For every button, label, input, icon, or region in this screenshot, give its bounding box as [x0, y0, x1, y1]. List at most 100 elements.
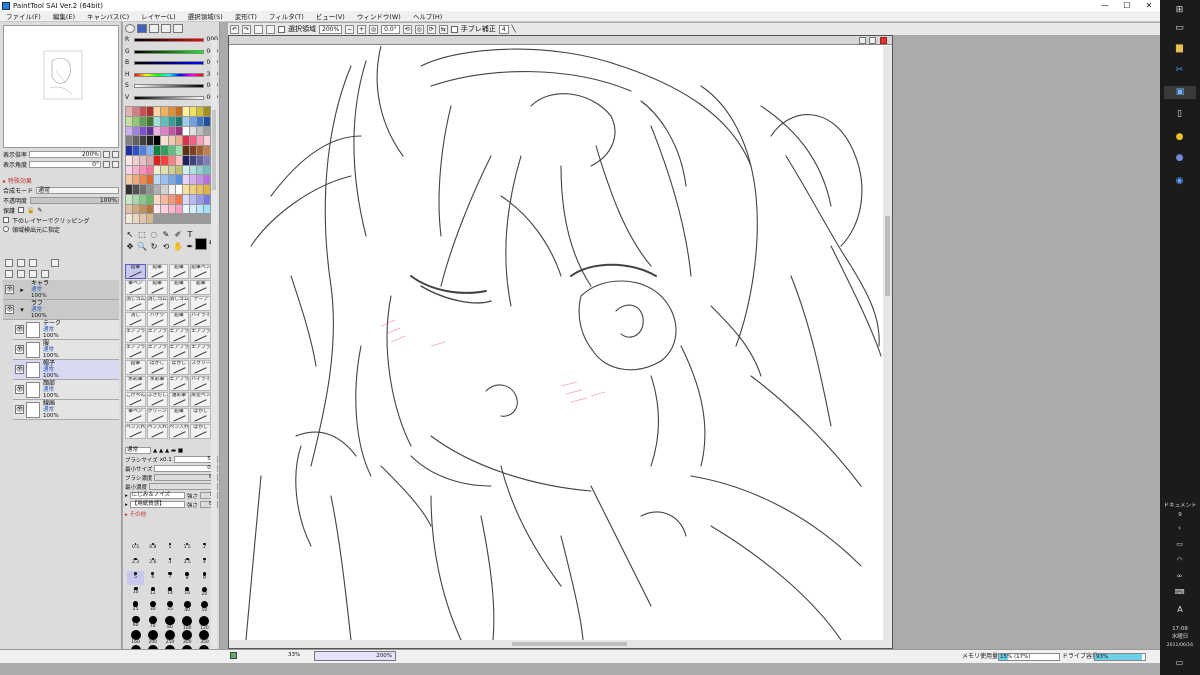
color-swatch[interactable]: [133, 116, 140, 126]
color-swatch[interactable]: [175, 126, 182, 136]
panel-scrollbar[interactable]: [211, 40, 217, 660]
zoom-plus-button[interactable]: [112, 150, 119, 158]
color-swatch[interactable]: [140, 146, 147, 155]
color-swatch[interactable]: [196, 126, 203, 136]
other-section-title[interactable]: ▸ その他: [125, 510, 146, 518]
rotate-ccw-icon[interactable]: ⟲: [161, 242, 171, 252]
brush-preset[interactable]: エアブラシ: [146, 344, 168, 359]
undo-button[interactable]: ↶: [230, 24, 239, 34]
color-slider-b[interactable]: B000: [125, 59, 218, 69]
color-swatch[interactable]: [133, 107, 140, 116]
brush-preset[interactable]: 油彩筆: [168, 392, 190, 407]
texture-expand-icon[interactable]: ▸: [125, 493, 128, 499]
color-swatch[interactable]: [140, 155, 147, 165]
brush-preset[interactable]: 消しゴム: [125, 296, 146, 311]
ime-indicator[interactable]: A: [1160, 606, 1200, 614]
swatch-tab[interactable]: [161, 24, 171, 33]
brush-preset[interactable]: 厚塗ペン: [190, 392, 211, 407]
color-swatch[interactable]: [140, 204, 147, 214]
new-linework-layer-icon[interactable]: [17, 259, 25, 267]
slider-track[interactable]: [134, 61, 204, 65]
color-swatch[interactable]: [126, 126, 133, 136]
layer-item-selected[interactable]: 👁 帽子 通常 100%: [13, 360, 119, 380]
brush-preset[interactable]: バケツ: [146, 312, 168, 327]
color-swatch[interactable]: [154, 185, 161, 194]
clock-time[interactable]: 17:08: [1160, 626, 1200, 633]
color-swatch[interactable]: [189, 165, 196, 175]
brush-preset[interactable]: ペン入れ: [146, 424, 168, 439]
color-swatch[interactable]: [140, 185, 147, 194]
color-swatch[interactable]: [147, 107, 154, 116]
color-swatch[interactable]: [168, 116, 175, 126]
brush-icon[interactable]: ✒: [185, 242, 195, 252]
brush-preset[interactable]: エアブラシ: [168, 376, 190, 391]
color-swatch[interactable]: [203, 204, 210, 214]
color-swatch[interactable]: [161, 165, 168, 175]
stabilizer-toggle[interactable]: [450, 25, 458, 33]
menu-canvas[interactable]: キャンバス(C): [81, 11, 135, 21]
chrome-icon[interactable]: ●: [1171, 131, 1188, 144]
color-swatch[interactable]: [182, 126, 189, 136]
color-swatch[interactable]: [147, 116, 154, 126]
color-swatch[interactable]: [140, 175, 147, 184]
brush-preset[interactable]: テープ: [190, 296, 211, 311]
color-swatch[interactable]: [196, 194, 203, 204]
color-swatch[interactable]: [196, 165, 203, 175]
blend-mode-select[interactable]: 通常: [36, 186, 119, 194]
color-swatch[interactable]: [196, 204, 203, 214]
color-swatch[interactable]: [175, 204, 182, 214]
brush-preset[interactable]: ふきだし: [146, 392, 168, 407]
brush-preset[interactable]: 鉛筆: [125, 360, 146, 375]
color-swatch[interactable]: [189, 146, 196, 155]
color-swatch[interactable]: [147, 175, 154, 184]
zoom-out-button[interactable]: −: [345, 24, 355, 34]
color-swatch[interactable]: [154, 204, 161, 214]
app-icon[interactable]: ▣: [1164, 86, 1196, 99]
color-swatch[interactable]: [147, 185, 154, 194]
brush-size-preset[interactable]: 0.8: [144, 542, 161, 556]
color-swatch[interactable]: [203, 155, 210, 165]
color-swatch[interactable]: [140, 116, 147, 126]
brush-size-preset[interactable]: 16: [179, 586, 196, 600]
brush-size-preset[interactable]: 200: [144, 629, 161, 645]
color-swatch[interactable]: [182, 116, 189, 126]
color-swatch[interactable]: [126, 146, 133, 155]
color-swatch[interactable]: [147, 204, 154, 214]
effects-row[interactable]: ▸ 特殊効果: [3, 176, 119, 185]
zoom-reset-button[interactable]: ◎: [369, 24, 379, 34]
menu-help[interactable]: ヘルプ(H): [407, 11, 448, 21]
menu-edit[interactable]: 編集(E): [47, 11, 81, 21]
brush-size-preset[interactable]: 3: [161, 557, 178, 571]
stabilizer-select[interactable]: 4: [498, 24, 509, 34]
rotation-field[interactable]: 0.0°: [381, 24, 400, 34]
canvas-maximize-button[interactable]: [869, 37, 876, 44]
color-swatch[interactable]: [196, 116, 203, 126]
brush-size-preset[interactable]: 100: [179, 615, 196, 631]
color-swatch[interactable]: [126, 204, 133, 214]
app2-icon[interactable]: ◉: [1171, 175, 1188, 188]
min-density-slider[interactable]: [149, 483, 218, 490]
brush-preset[interactable]: 水彩筆: [146, 376, 168, 391]
layer-item[interactable]: 👁 テーク 通常 100%: [13, 320, 119, 340]
brush-size-preset[interactable]: 60: [127, 615, 144, 628]
visibility-eye-icon[interactable]: 👁: [15, 385, 24, 394]
color-swatch[interactable]: [189, 175, 196, 184]
brush-preset[interactable]: エアブラシ: [190, 344, 211, 359]
rect-select-icon[interactable]: ⬚: [137, 230, 147, 240]
color-swatch[interactable]: [175, 185, 182, 194]
color-swatch[interactable]: [161, 107, 168, 116]
redo-button[interactable]: ↷: [242, 24, 251, 34]
brush-preset[interactable]: 鉛筆: [168, 408, 190, 423]
color-swatch[interactable]: [147, 155, 154, 165]
color-swatch[interactable]: [196, 155, 203, 165]
layer-item[interactable]: 👁 顔部 通常 100%: [13, 380, 119, 400]
folder-expand-icon[interactable]: ▸: [16, 286, 28, 294]
color-swatch[interactable]: [147, 126, 154, 136]
color-slider-r[interactable]: R000: [125, 36, 218, 46]
color-swatch[interactable]: [147, 146, 154, 155]
color-swatch[interactable]: [126, 165, 133, 175]
color-swatch[interactable]: [175, 136, 182, 145]
brush-preset[interactable]: ペン入れ: [125, 424, 146, 439]
brush-preset[interactable]: エアブラシ: [168, 344, 190, 359]
visibility-eye-icon[interactable]: 👁: [15, 405, 24, 414]
